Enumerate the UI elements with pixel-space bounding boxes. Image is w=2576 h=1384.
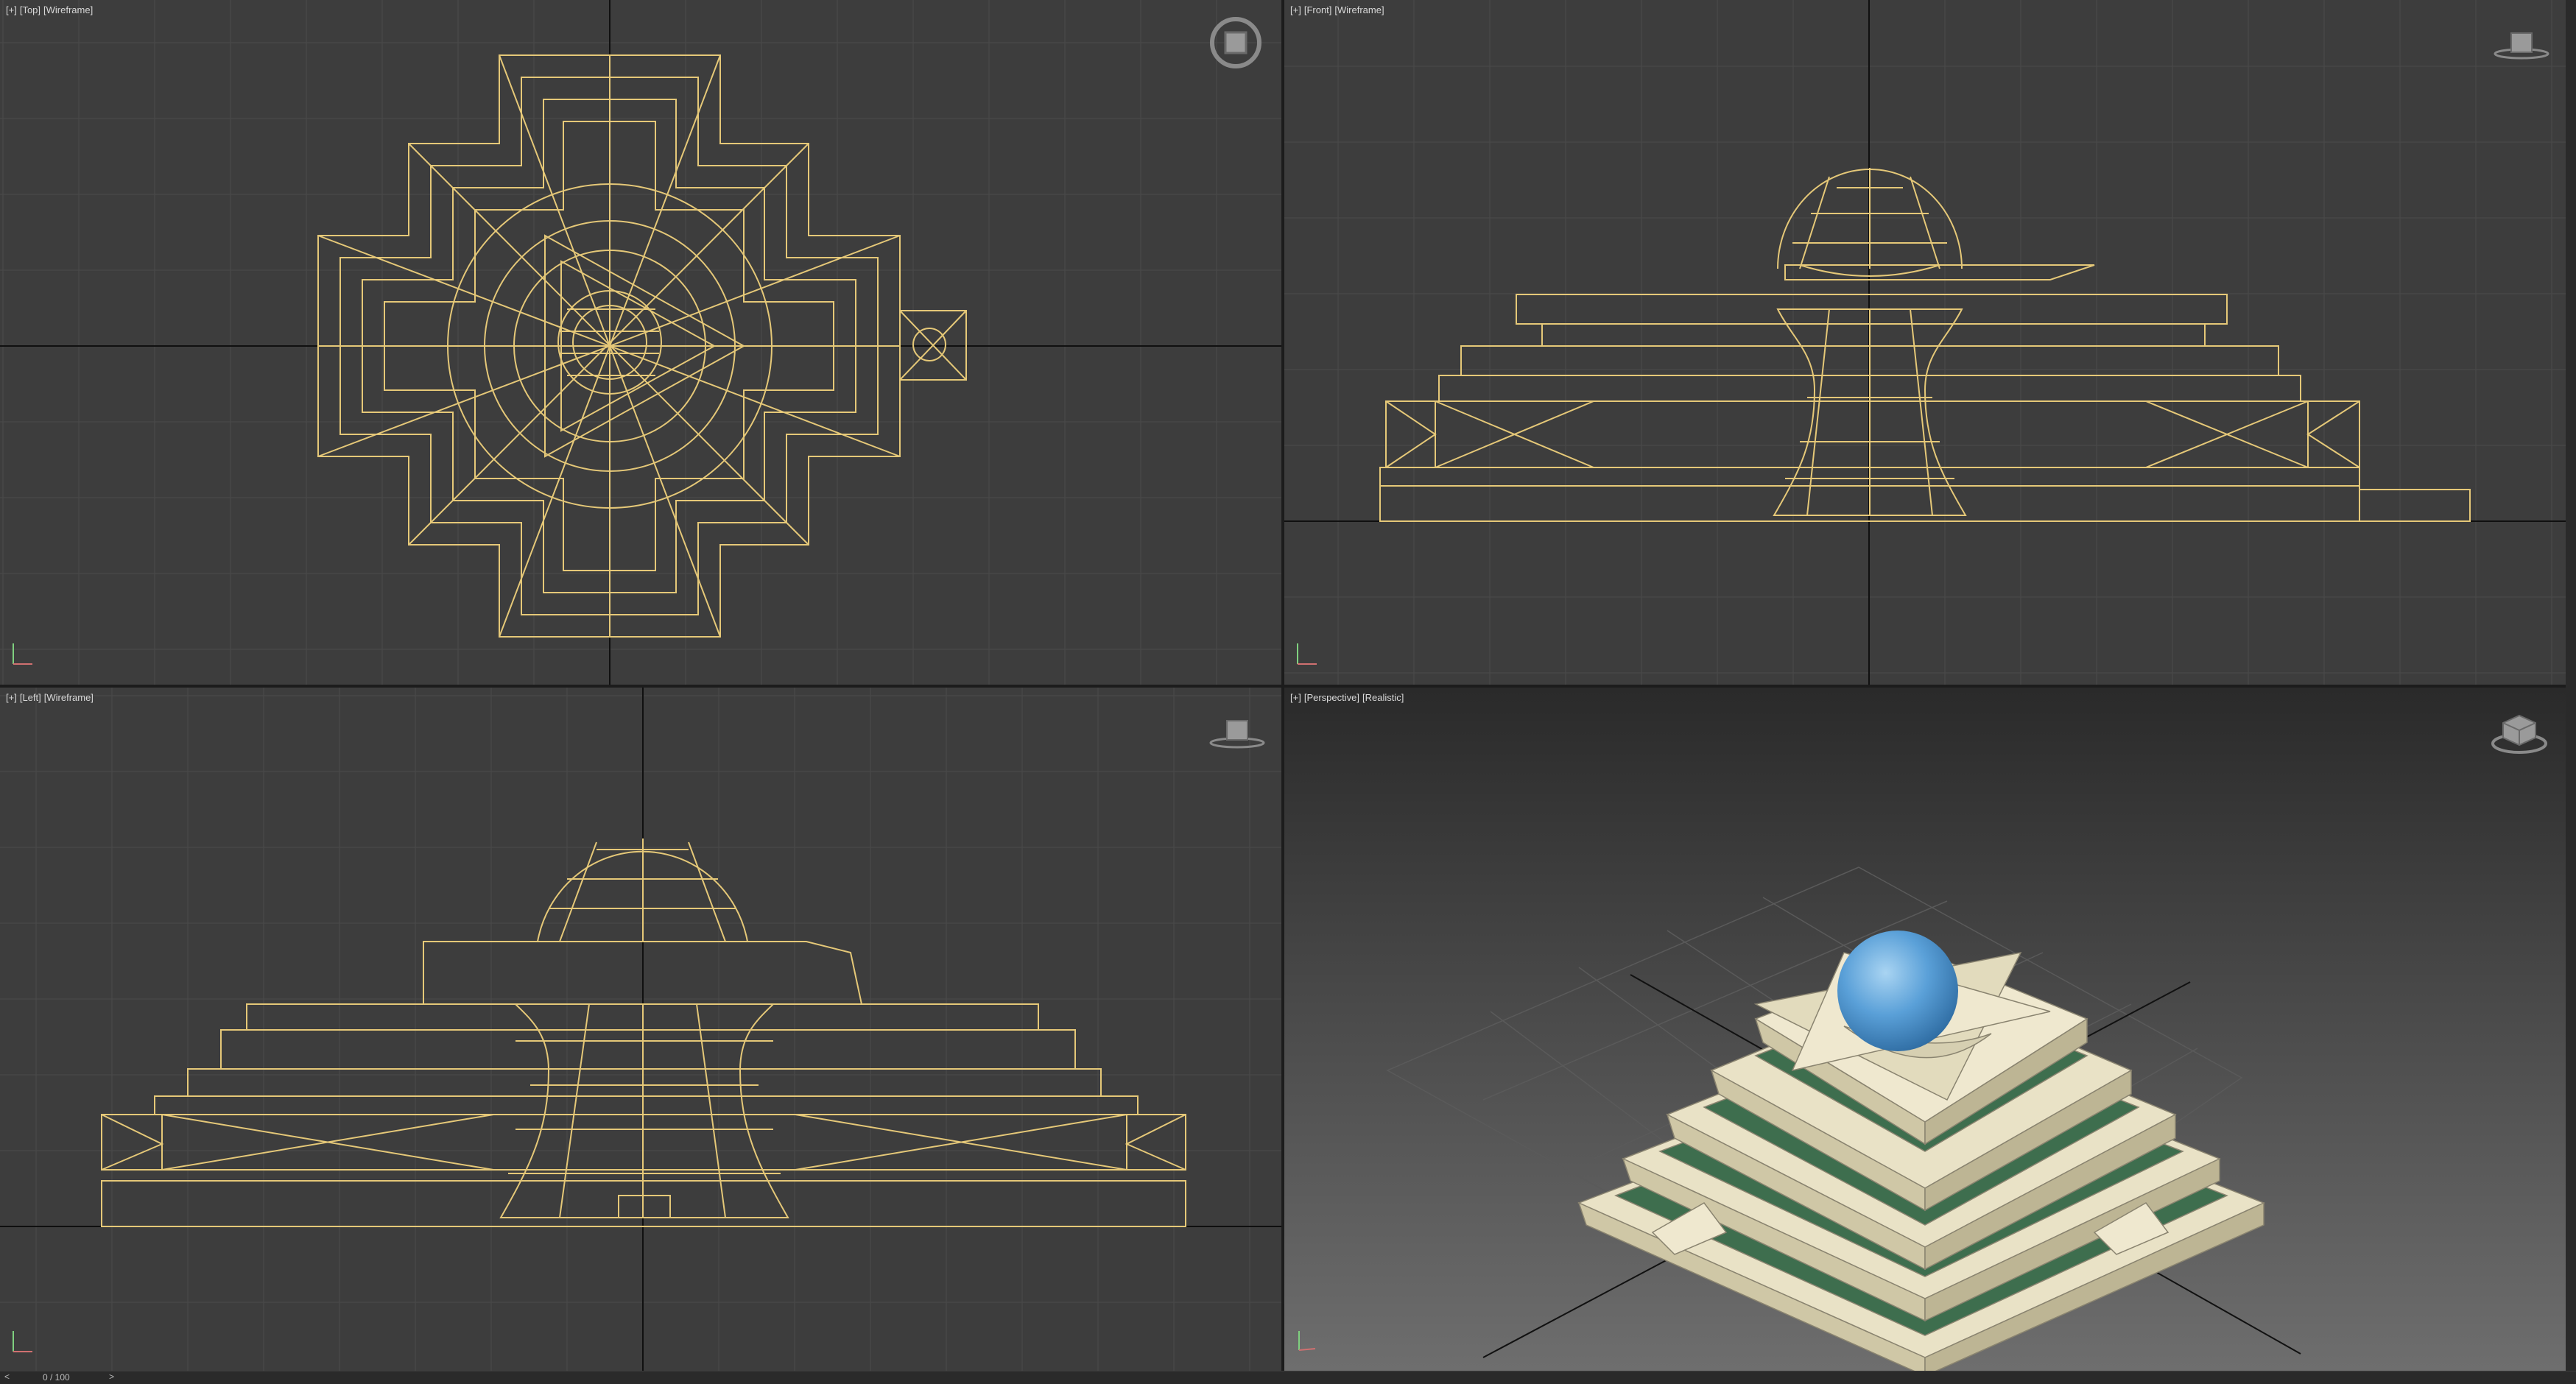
viewcube-top-icon[interactable] (1208, 15, 1264, 71)
viewport-front-label[interactable]: [+] [Front] [Wireframe] (1290, 4, 1387, 15)
viewport-perspective[interactable]: [+] [Perspective] [Realistic] (1284, 688, 2566, 1371)
viewport-left-label[interactable]: [+] [Left] [Wireframe] (6, 692, 96, 703)
axis-tripod-icon (13, 643, 32, 665)
perspective-realistic-view (1284, 688, 2566, 1371)
blue-sphere (1837, 931, 1958, 1051)
axis-tripod-icon (1297, 643, 1317, 665)
viewport-top[interactable]: [+] [Top] [Wireframe] (0, 0, 1281, 685)
view-type-label[interactable]: [Left] (20, 692, 41, 703)
viewport-menu-button[interactable]: [+] (1290, 4, 1301, 15)
time-slider-prev-button[interactable]: < (4, 1371, 10, 1382)
view-type-label[interactable]: [Front] (1304, 4, 1332, 15)
time-slider[interactable]: < 0 / 100 > (0, 1371, 2576, 1384)
viewport-menu-button[interactable]: [+] (6, 692, 17, 703)
viewport-left[interactable]: [+] [Left] [Wireframe] (0, 688, 1281, 1371)
command-panel-edge (2566, 0, 2576, 1371)
viewport-top-label[interactable]: [+] [Top] [Wireframe] (6, 4, 96, 15)
viewcube-left-icon[interactable] (1208, 713, 1267, 750)
axis-tripod-icon (13, 1331, 32, 1352)
time-slider-next-button[interactable]: > (109, 1371, 114, 1382)
shading-mode-label[interactable]: [Realistic] (1362, 692, 1404, 703)
view-type-label[interactable]: [Top] (20, 4, 41, 15)
left-wireframe-view (0, 688, 1281, 1371)
time-slider-frame-readout[interactable]: 0 / 100 (43, 1372, 70, 1383)
front-wireframe-view (1284, 0, 2566, 685)
axis-tripod-icon (1298, 1331, 1316, 1351)
viewcube-perspective-icon[interactable] (2488, 710, 2550, 757)
shading-mode-label[interactable]: [Wireframe] (1334, 4, 1384, 15)
viewport-menu-button[interactable]: [+] (1290, 692, 1301, 703)
viewport-perspective-label[interactable]: [+] [Perspective] [Realistic] (1290, 692, 1407, 703)
viewcube-front-icon[interactable] (2492, 26, 2551, 63)
shading-mode-label[interactable]: [Wireframe] (44, 692, 94, 703)
view-type-label[interactable]: [Perspective] (1304, 692, 1359, 703)
shading-mode-label[interactable]: [Wireframe] (43, 4, 93, 15)
viewport-front[interactable]: [+] [Front] [Wireframe] (1284, 0, 2566, 685)
viewport-menu-button[interactable]: [+] (6, 4, 17, 15)
top-wireframe-view (0, 0, 1281, 685)
